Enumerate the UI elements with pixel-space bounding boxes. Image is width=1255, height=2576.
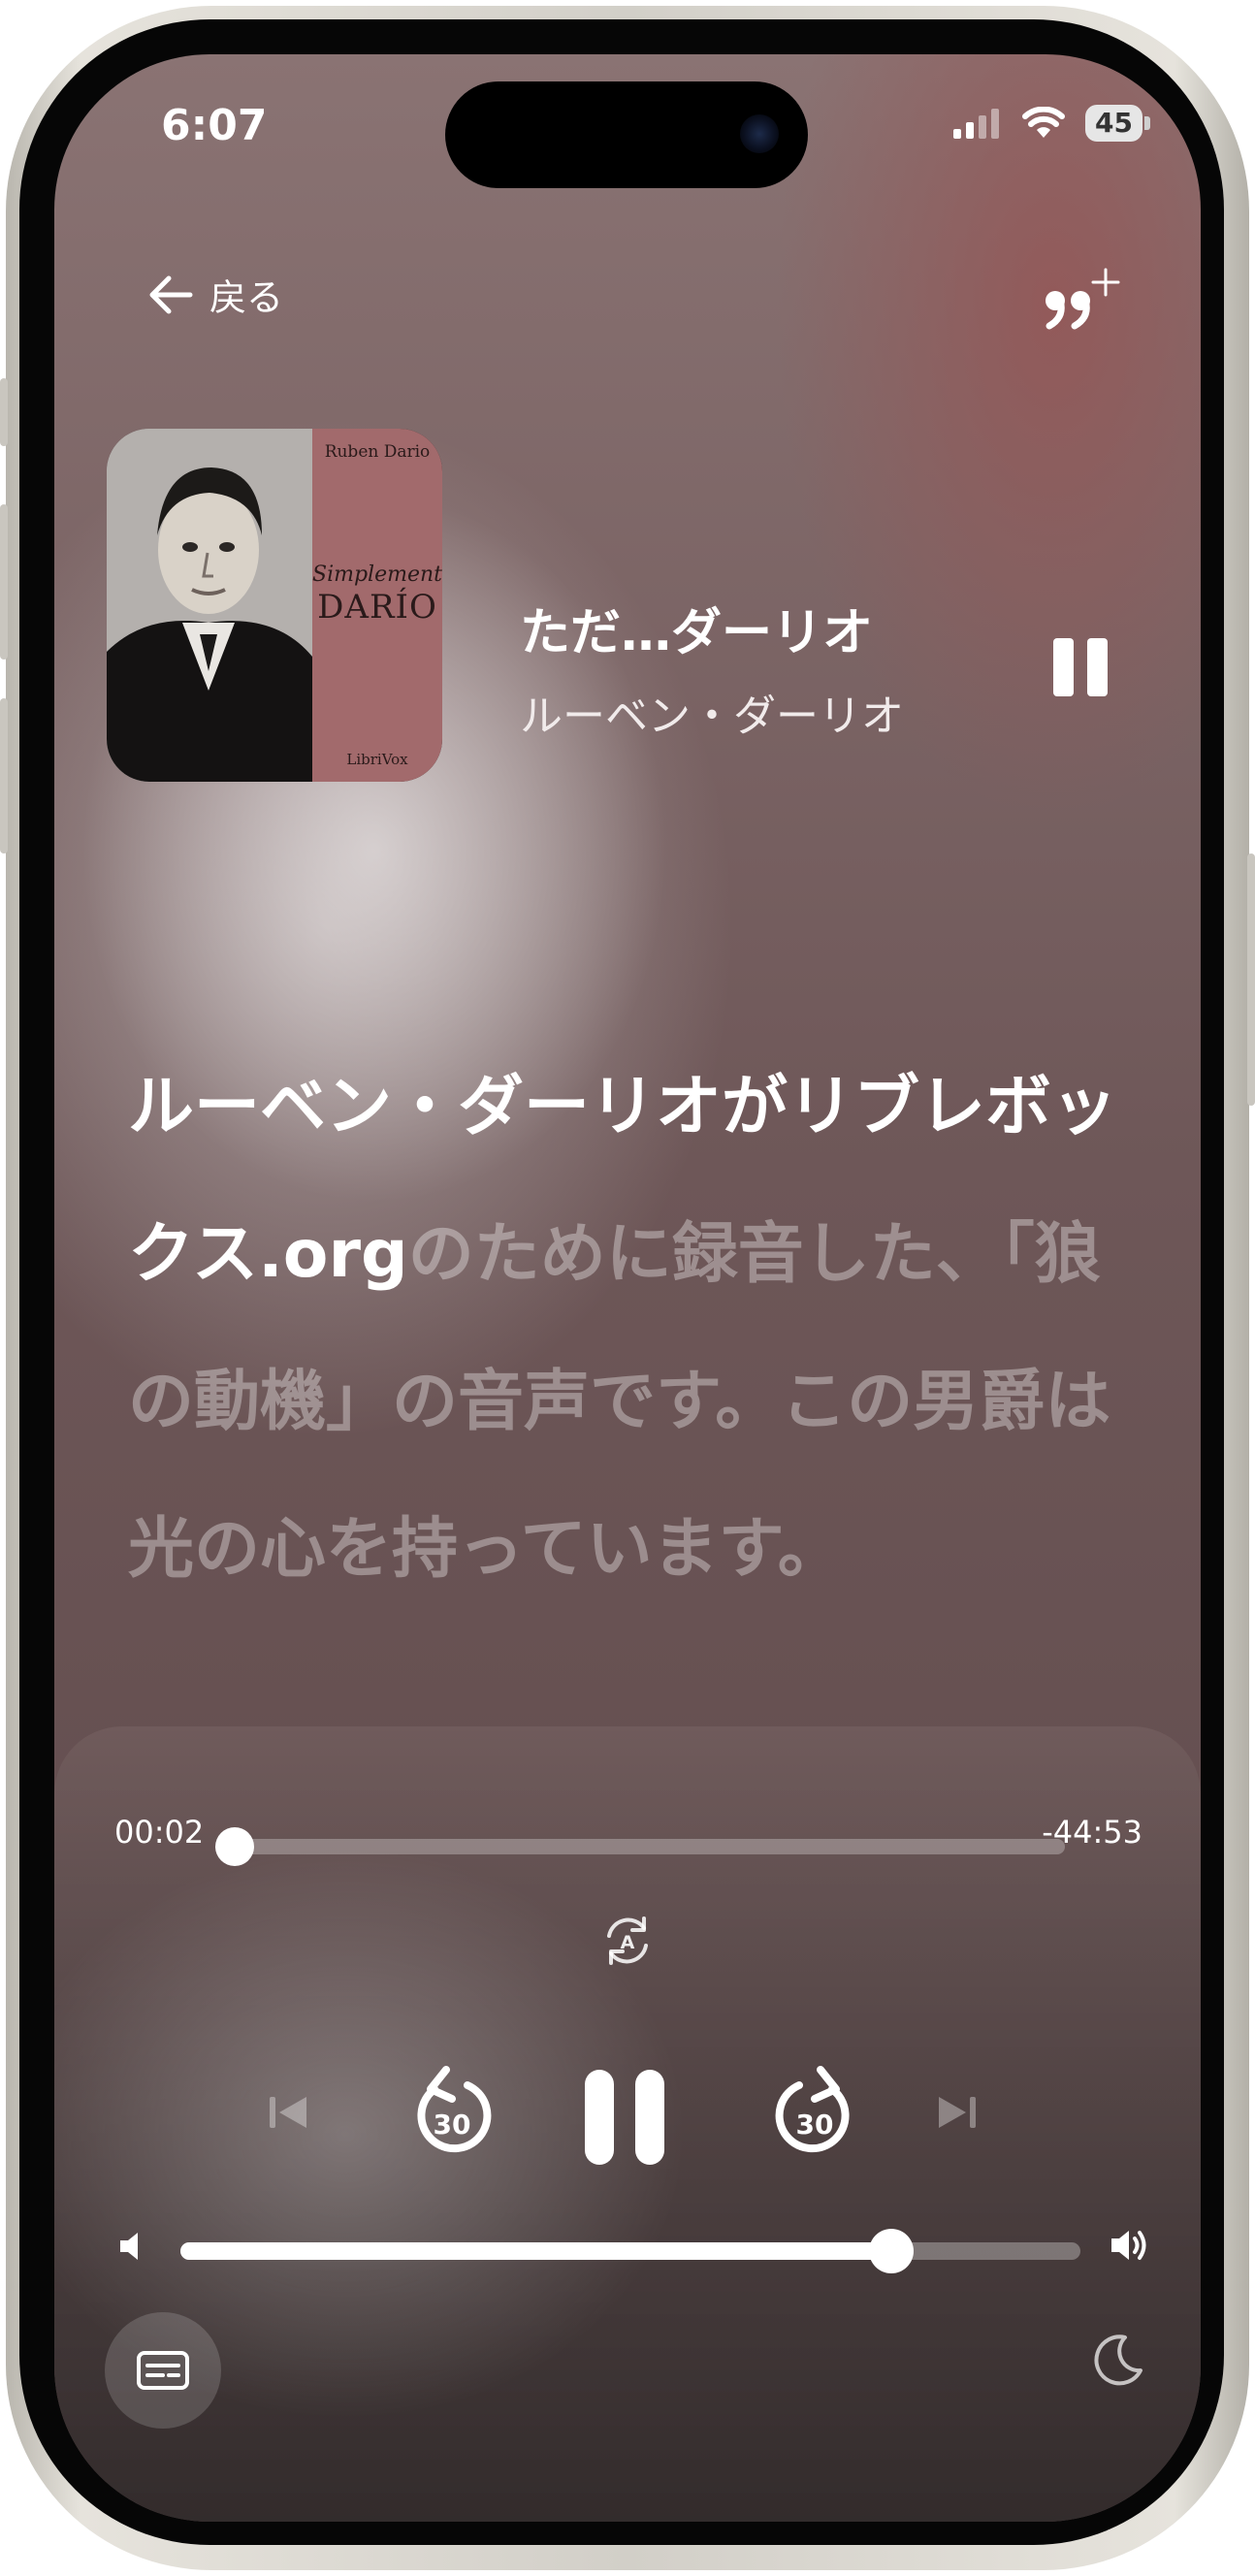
- previous-track-icon: [270, 2097, 306, 2128]
- book-author: ルーベン・ダーリオ: [520, 692, 904, 741]
- rewind-seconds: 30: [434, 2109, 471, 2141]
- subtitles-icon: [137, 2351, 189, 2390]
- side-button-power: [1247, 853, 1255, 1106]
- forward-30-button[interactable]: 30: [768, 2060, 865, 2167]
- book-cover[interactable]: Ruben Dario Simplemente DARÍO LibriVox: [107, 429, 442, 782]
- previous-track-button[interactable]: [264, 2091, 312, 2134]
- cover-subtitle: Simplemente: [312, 563, 442, 587]
- progress-knob[interactable]: [215, 1827, 254, 1866]
- pause-icon-bar: [1087, 638, 1108, 696]
- side-button-volume-down: [0, 698, 8, 853]
- transcript[interactable]: ルーベン・ダーリオがリブレボックス.orgのために録音した、「狼の動機」の音声で…: [128, 1034, 1156, 1624]
- status-icons: 45: [951, 105, 1150, 142]
- arrow-left-icon: [149, 275, 193, 313]
- forward-seconds: 30: [796, 2109, 834, 2141]
- author-portrait: [107, 429, 312, 782]
- battery-icon: 45: [1085, 105, 1150, 142]
- book-title: ただ…ダーリオ: [520, 604, 874, 662]
- portrait-image: [107, 429, 312, 782]
- back-label: 戻る: [209, 276, 284, 319]
- autoplay-badge: A: [621, 1932, 635, 1953]
- status-time: 6:07: [161, 101, 268, 150]
- side-button-action: [0, 378, 8, 446]
- rewind-30-button[interactable]: 30: [402, 2060, 499, 2167]
- volume-high-icon: [1111, 2231, 1146, 2260]
- volume-knob[interactable]: [869, 2229, 914, 2273]
- pause-icon: [1053, 638, 1074, 696]
- volume-fill: [180, 2242, 891, 2260]
- screen: 6:07 45 戻る Ruben Dario Simplemente DARÍO…: [54, 54, 1201, 2522]
- cover-title: DARÍO: [317, 588, 437, 627]
- play-pause-button[interactable]: [584, 2064, 665, 2171]
- player-panel: 00:02 -44:53 A 30 30: [54, 1726, 1201, 2522]
- sleep-timer-button[interactable]: [1092, 2332, 1146, 2390]
- side-button-volume-up: [0, 504, 8, 660]
- next-track-icon: [939, 2097, 976, 2128]
- forward-30-icon: 30: [775, 2066, 850, 2153]
- cover-side-panel: Ruben Dario Simplemente DARÍO LibriVox: [312, 429, 442, 782]
- add-quote-button[interactable]: [1042, 266, 1123, 336]
- back-button[interactable]: 戻る: [147, 268, 283, 321]
- camera-icon: [740, 114, 779, 153]
- subtitles-button[interactable]: [105, 2312, 221, 2429]
- progress-bar[interactable]: [229, 1839, 1065, 1854]
- pause-icon-bar: [635, 2070, 664, 2165]
- battery-nub: [1144, 116, 1150, 130]
- time-elapsed: 00:02: [114, 1814, 205, 1851]
- moon-icon: [1094, 2334, 1142, 2386]
- volume-low-icon: [120, 2233, 138, 2260]
- autoplay-icon: A: [607, 1916, 648, 1965]
- next-track-button[interactable]: [933, 2091, 981, 2134]
- pause-icon: [585, 2070, 614, 2165]
- battery-level: 45: [1085, 105, 1142, 142]
- wifi-icon: [1022, 107, 1066, 138]
- volume-low-button[interactable]: [116, 2229, 145, 2268]
- dynamic-island: [445, 81, 808, 188]
- quote-plus-icon: [1046, 268, 1120, 330]
- cover-author: Ruben Dario: [324, 442, 431, 462]
- volume-high-button[interactable]: [1108, 2223, 1152, 2271]
- mini-pause-button[interactable]: [1053, 638, 1108, 696]
- cover-publisher: LibriVox: [346, 751, 408, 768]
- autoplay-button[interactable]: A: [597, 1911, 658, 1975]
- signal-icon: [953, 109, 1000, 139]
- rewind-30-icon: 30: [417, 2066, 492, 2153]
- playback-controls: 30 30: [54, 2048, 1201, 2194]
